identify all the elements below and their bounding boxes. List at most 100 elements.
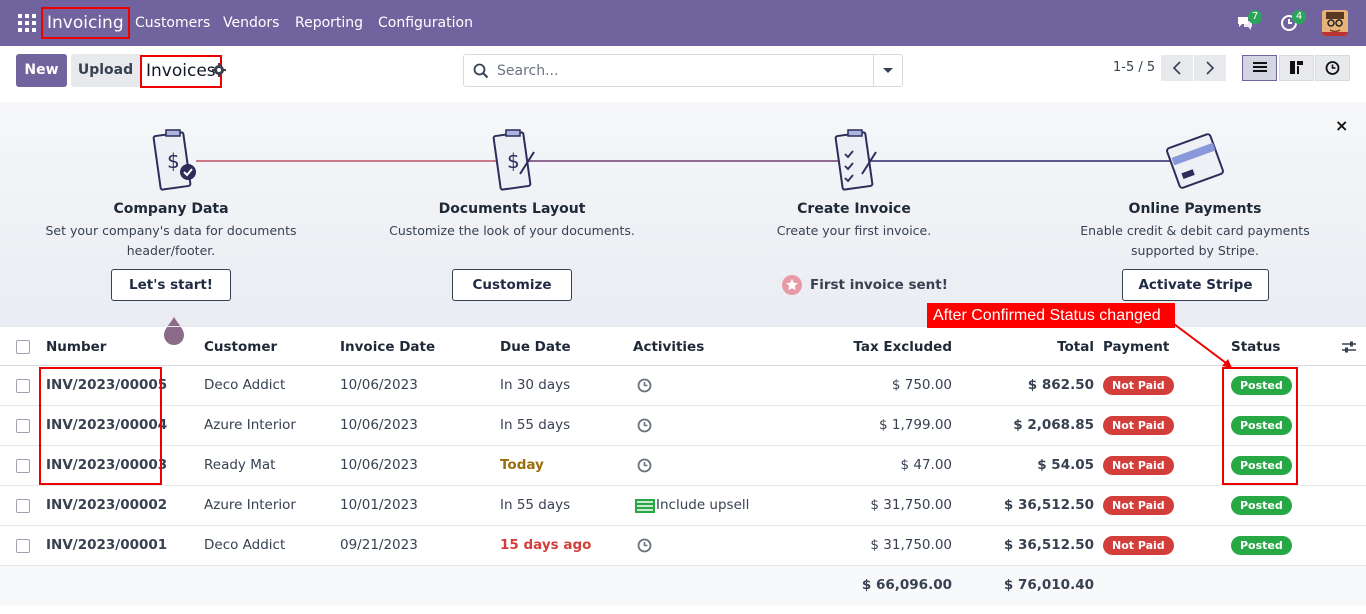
row-checkbox[interactable]: [16, 539, 30, 553]
step-desc-online-payments: Enable credit & debit card payments: [1080, 223, 1310, 238]
step-desc-documents-layout: Customize the look of your documents.: [389, 223, 635, 238]
table-row[interactable]: INV/2023/00005 Deco Addict 10/06/2023 In…: [0, 366, 1366, 406]
table-row[interactable]: INV/2023/00003 Ready Mat 10/06/2023 Toda…: [0, 446, 1366, 486]
invoice-date: 10/06/2023: [340, 377, 418, 393]
chevron-left-icon: [1172, 61, 1181, 75]
column-header-tax-excluded[interactable]: Tax Excluded: [800, 327, 952, 367]
customer-name: Deco Addict: [204, 377, 286, 393]
payment-badge: Not Paid: [1103, 536, 1174, 555]
invoice-date: 10/06/2023: [340, 457, 418, 473]
pager-previous-button[interactable]: [1161, 55, 1193, 81]
pager-value[interactable]: 1-5 / 5: [1113, 60, 1155, 75]
table-header: Number Customer Invoice Date Due Date Ac…: [0, 326, 1366, 366]
activity-clock-icon[interactable]: [637, 418, 652, 433]
payment-badge: Not Paid: [1103, 416, 1174, 435]
table-row[interactable]: INV/2023/00004 Azure Interior 10/06/2023…: [0, 406, 1366, 446]
payment-badge: Not Paid: [1103, 496, 1174, 515]
invoice-date: 09/21/2023: [340, 537, 418, 553]
new-button[interactable]: New: [16, 54, 67, 87]
annotation-arrow: [1173, 323, 1232, 368]
total: $ 36,512.50: [1003, 537, 1094, 553]
avatar[interactable]: [1322, 10, 1348, 36]
list-view-button[interactable]: [1242, 55, 1277, 81]
column-header-customer[interactable]: Customer: [204, 327, 277, 367]
app-menu-icon[interactable]: [18, 14, 36, 32]
customer-name: Azure Interior: [204, 417, 296, 433]
star-icon: [782, 275, 802, 295]
activity-clock-icon[interactable]: [637, 378, 652, 393]
tax-excluded-sum: $ 66,096.00: [861, 577, 952, 593]
search-options-toggle[interactable]: [873, 55, 902, 86]
column-header-activities[interactable]: Activities: [633, 327, 704, 367]
step-desc-company-data: Set your company's data for documents: [45, 223, 297, 238]
step-desc-create-invoice: Create your first invoice.: [776, 223, 932, 238]
activate-stripe-button[interactable]: Activate Stripe: [1122, 269, 1269, 301]
step-desc-company-data-2: header/footer.: [126, 243, 216, 258]
tax-excluded: $ 31,750.00: [870, 537, 952, 553]
due-date: Today: [500, 457, 544, 473]
due-date: In 55 days: [500, 417, 571, 433]
table-row[interactable]: INV/2023/00002 Azure Interior 10/01/2023…: [0, 486, 1366, 526]
documents-layout-icon: $: [492, 129, 535, 191]
annotation-label: After Confirmed Status changed: [927, 303, 1175, 328]
chevron-right-icon: [1206, 61, 1215, 75]
upload-button[interactable]: Upload: [71, 54, 140, 87]
upsell-activity-icon[interactable]: [635, 499, 655, 513]
kanban-icon: [1290, 61, 1303, 74]
row-checkbox[interactable]: [16, 419, 30, 433]
total: $ 862.50: [1027, 377, 1094, 393]
app-title[interactable]: Invoicing: [41, 7, 130, 39]
messages-count-badge: 7: [1248, 10, 1262, 24]
invoice-number: INV/2023/00001: [46, 537, 168, 553]
invoice-number: INV/2023/00002: [46, 497, 168, 513]
row-checkbox[interactable]: [16, 499, 30, 513]
column-header-total[interactable]: Total: [980, 327, 1094, 367]
column-header-due-date[interactable]: Due Date: [500, 327, 571, 367]
progress-line: [196, 160, 512, 162]
step-title-create-invoice: Create Invoice: [797, 201, 911, 217]
status-badge: Posted: [1231, 536, 1292, 555]
customize-button[interactable]: Customize: [452, 269, 572, 301]
menu-customers[interactable]: Customers: [135, 0, 210, 46]
row-checkbox[interactable]: [16, 379, 30, 393]
gear-icon[interactable]: [211, 62, 227, 78]
column-header-invoice-date[interactable]: Invoice Date: [340, 327, 435, 367]
menu-vendors[interactable]: Vendors: [223, 0, 279, 46]
column-header-payment[interactable]: Payment: [1103, 327, 1169, 367]
svg-text:$: $: [507, 149, 520, 173]
list-icon: [1253, 62, 1267, 72]
menu-configuration[interactable]: Configuration: [378, 0, 473, 46]
column-header-number[interactable]: Number: [46, 327, 106, 367]
first-invoice-sent-status: First invoice sent!: [782, 274, 948, 296]
tax-excluded: $ 750.00: [891, 377, 952, 393]
invoice-date: 10/01/2023: [340, 497, 418, 513]
search-input[interactable]: [497, 61, 867, 81]
column-settings-icon[interactable]: [1341, 340, 1357, 354]
progress-line: [854, 160, 1196, 162]
menu-reporting[interactable]: Reporting: [295, 0, 363, 46]
pager-next-button[interactable]: [1194, 55, 1226, 81]
table-row[interactable]: INV/2023/00001 Deco Addict 09/21/2023 15…: [0, 526, 1366, 566]
credit-card-icon: [1166, 133, 1224, 189]
user-avatar-icon: [1322, 10, 1348, 36]
search-icon: [473, 63, 489, 79]
activity-clock-icon[interactable]: [637, 538, 652, 553]
annotation-highlight-status: [1222, 367, 1298, 485]
first-invoice-sent-label: First invoice sent!: [810, 277, 948, 293]
row-checkbox[interactable]: [16, 459, 30, 473]
activity-view-button[interactable]: [1315, 55, 1350, 81]
search-bar: [463, 54, 903, 87]
svg-text:$: $: [167, 149, 180, 173]
customer-name: Ready Mat: [204, 457, 276, 473]
lets-start-button[interactable]: Let's start!: [111, 269, 231, 301]
activity-summary[interactable]: Include upsell: [656, 486, 749, 525]
breadcrumb: Invoices: [140, 55, 222, 88]
payment-badge: Not Paid: [1103, 456, 1174, 475]
total-sum: $ 76,010.40: [1003, 577, 1094, 593]
select-all-checkbox[interactable]: [16, 340, 30, 354]
kanban-view-button[interactable]: [1279, 55, 1314, 81]
tax-excluded: $ 1,799.00: [879, 417, 952, 433]
close-banner-button[interactable]: ×: [1335, 116, 1348, 135]
activity-clock-icon[interactable]: [637, 458, 652, 473]
step-title-company-data: Company Data: [113, 201, 229, 217]
